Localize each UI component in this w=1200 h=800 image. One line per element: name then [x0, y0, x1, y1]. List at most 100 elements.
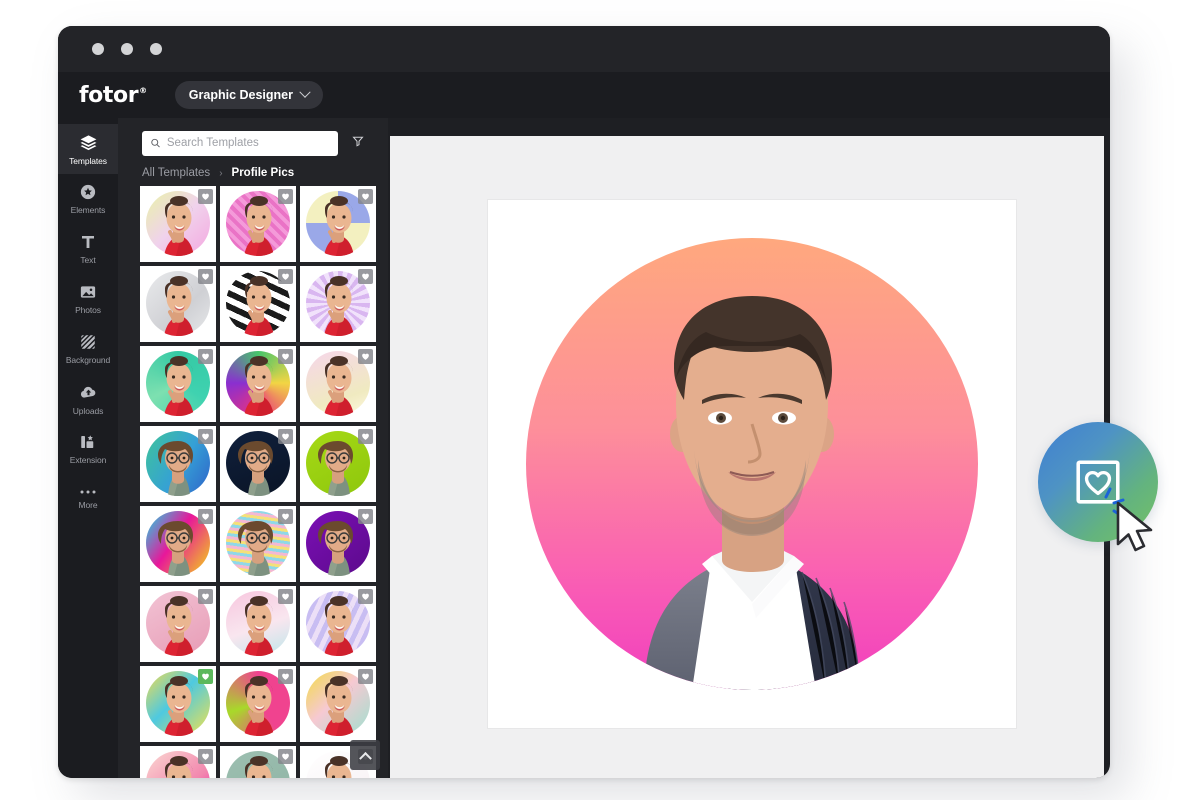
template-card[interactable]	[140, 426, 216, 502]
favorite-heart-button[interactable]	[198, 429, 213, 444]
canvas-workspace[interactable]	[390, 136, 1104, 778]
sidebar-item-extension[interactable]: Extension	[58, 424, 118, 474]
template-card[interactable]	[300, 666, 376, 742]
artboard[interactable]	[488, 200, 1016, 728]
extension-icon	[81, 435, 94, 448]
template-card[interactable]	[220, 586, 296, 662]
heart-icon	[202, 753, 209, 760]
sidebar-item-templates[interactable]: Templates	[58, 124, 118, 174]
template-card[interactable]	[220, 186, 296, 262]
favorite-heart-button[interactable]	[198, 189, 213, 204]
template-card[interactable]	[300, 346, 376, 422]
breadcrumb-separator: ›	[219, 167, 223, 179]
template-card[interactable]	[300, 266, 376, 342]
template-grid[interactable]	[118, 186, 388, 778]
breadcrumb-root[interactable]: All Templates	[142, 167, 210, 179]
sidebar-item-label: Templates	[69, 155, 107, 166]
sidebar-item-elements[interactable]: Elements	[58, 174, 118, 224]
scroll-to-top-button[interactable]	[350, 740, 380, 770]
template-card[interactable]	[140, 266, 216, 342]
logo-text: fotor	[79, 82, 139, 108]
ellipsis-icon	[80, 490, 96, 494]
breadcrumb: All Templates › Profile Pics	[118, 162, 388, 184]
favorite-heart-button[interactable]	[278, 429, 293, 444]
favorite-heart-button[interactable]	[198, 589, 213, 604]
template-card[interactable]	[220, 506, 296, 582]
cloud-upload-icon	[80, 386, 95, 398]
mouse-pointer-icon	[1112, 500, 1162, 563]
search-input[interactable]	[166, 137, 330, 149]
close-dot[interactable]	[92, 43, 104, 55]
favorite-heart-button[interactable]	[198, 509, 213, 524]
template-card[interactable]	[300, 506, 376, 582]
template-card[interactable]	[300, 426, 376, 502]
registered-mark: ®	[139, 86, 147, 96]
heart-icon	[282, 673, 289, 680]
template-card[interactable]	[300, 186, 376, 262]
sidebar-item-label: Text	[80, 255, 96, 265]
template-card[interactable]	[140, 666, 216, 742]
favorite-heart-button[interactable]	[278, 269, 293, 284]
template-card[interactable]	[300, 586, 376, 662]
portrait-circle-background	[526, 238, 978, 690]
favorite-heart-button[interactable]	[358, 269, 373, 284]
photo-icon	[80, 286, 96, 298]
heart-icon	[362, 433, 369, 440]
sidebar-item-background[interactable]: Background	[58, 324, 118, 374]
template-card[interactable]	[220, 666, 296, 742]
heart-icon	[202, 273, 209, 280]
search-box[interactable]	[142, 130, 338, 156]
sidebar-item-text[interactable]: Text	[58, 224, 118, 274]
chevron-down-icon	[299, 86, 311, 98]
favorite-heart-button[interactable]	[198, 349, 213, 364]
man-in-suit-portrait	[644, 296, 861, 690]
sidebar-item-uploads[interactable]: Uploads	[58, 374, 118, 424]
favorite-heart-button[interactable]	[358, 429, 373, 444]
sidebar-item-label: Extension	[69, 455, 107, 465]
favorite-heart-button[interactable]	[278, 509, 293, 524]
template-card[interactable]	[140, 586, 216, 662]
sidebar-item-label: Elements	[70, 205, 106, 215]
sidebar-item-label: Photos	[75, 305, 101, 315]
heart-icon	[282, 513, 289, 520]
template-card[interactable]	[140, 346, 216, 422]
favorite-heart-button[interactable]	[358, 669, 373, 684]
template-card[interactable]	[220, 746, 296, 778]
heart-icon	[202, 193, 209, 200]
screenshot-stage: fotor® Graphic Designer Templates Elemen…	[0, 0, 1200, 800]
favorite-heart-button[interactable]	[278, 349, 293, 364]
favorite-heart-button[interactable]	[278, 749, 293, 764]
fotor-logo[interactable]: fotor®	[79, 83, 147, 108]
filter-funnel-icon[interactable]	[352, 134, 364, 152]
favorite-heart-button[interactable]	[358, 589, 373, 604]
template-card[interactable]	[140, 506, 216, 582]
favorite-heart-button[interactable]	[278, 189, 293, 204]
maximize-dot[interactable]	[150, 43, 162, 55]
role-selector-button[interactable]: Graphic Designer	[174, 81, 323, 109]
heart-icon	[362, 353, 369, 360]
chevron-up-icon	[358, 751, 372, 765]
heart-icon	[202, 353, 209, 360]
template-card[interactable]	[140, 186, 216, 262]
search-icon	[151, 138, 160, 148]
sidebar-item-photos[interactable]: Photos	[58, 274, 118, 324]
minimize-dot[interactable]	[121, 43, 133, 55]
sidebar-item-more[interactable]: More	[58, 474, 118, 524]
template-card[interactable]	[140, 746, 216, 778]
favorite-heart-button[interactable]	[358, 509, 373, 524]
favorite-heart-button[interactable]	[278, 589, 293, 604]
template-card[interactable]	[220, 346, 296, 422]
favorite-heart-button[interactable]	[358, 189, 373, 204]
favorite-heart-button[interactable]	[198, 669, 213, 684]
layers-icon	[80, 134, 96, 150]
heart-icon	[282, 433, 289, 440]
hatch-square-icon	[79, 333, 97, 351]
favorite-heart-button[interactable]	[198, 269, 213, 284]
template-card[interactable]	[220, 426, 296, 502]
heart-icon	[362, 593, 369, 600]
template-card[interactable]	[220, 266, 296, 342]
role-label: Graphic Designer	[188, 88, 293, 102]
favorite-heart-button[interactable]	[358, 349, 373, 364]
favorite-heart-button[interactable]	[198, 749, 213, 764]
favorite-heart-button[interactable]	[278, 669, 293, 684]
